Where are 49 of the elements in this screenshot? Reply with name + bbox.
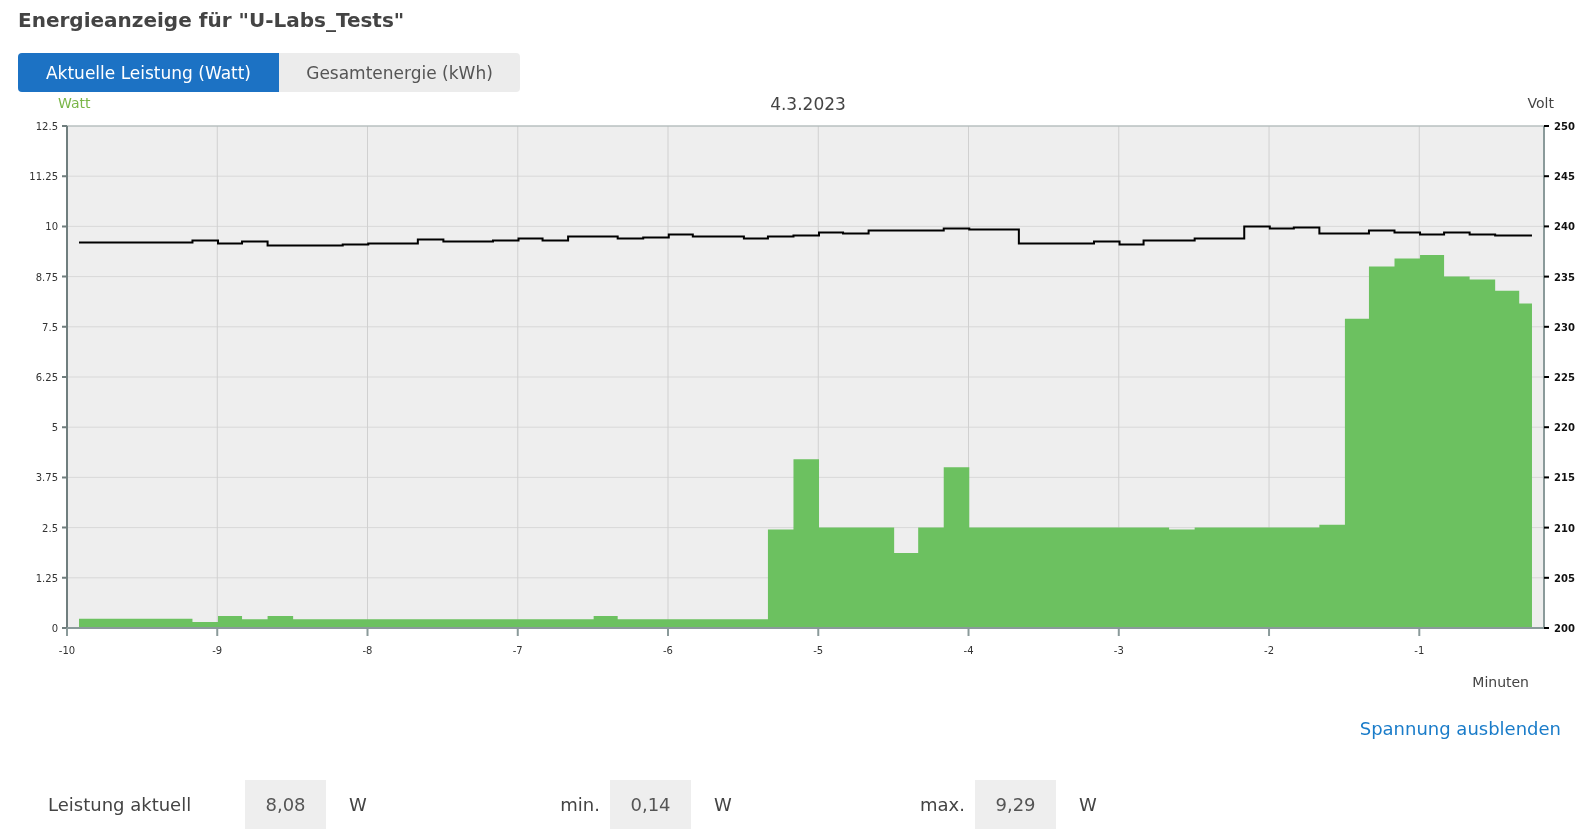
y2-tick-label: 210: [1554, 522, 1575, 534]
y2-axis-title: Volt: [1527, 95, 1554, 111]
stat-value-field: 0,14: [610, 780, 691, 829]
y-tick-label: 7.5: [42, 321, 58, 333]
y-tick-label: 5: [51, 422, 58, 434]
y2-tick-label: 230: [1554, 321, 1575, 333]
x-axis-title: Minuten: [1472, 674, 1529, 690]
y2-tick-label: 250: [1554, 121, 1575, 132]
y-tick-label: 11.25: [29, 171, 58, 183]
x-tick-label: -3: [1113, 645, 1124, 656]
y2-tick-label: 205: [1554, 572, 1575, 584]
x-tick-label: -6: [663, 645, 673, 656]
x-tick-label: -8: [362, 645, 373, 656]
y2-tick-label: 225: [1554, 372, 1575, 383]
stat-label: min.: [559, 794, 601, 815]
stat-unit: W: [348, 794, 368, 815]
stat-unit: W: [713, 794, 733, 815]
chart-title: 4.3.2023: [770, 95, 846, 114]
y-tick-label: 10: [45, 221, 58, 233]
stat-label: Leistung aktuell: [48, 794, 193, 815]
y-tick-label: 12.5: [35, 121, 58, 132]
tab[interactable]: Gesamtenergie (kWh): [279, 53, 520, 92]
x-tick-label: -4: [963, 645, 974, 656]
x-tick-label: -5: [813, 645, 824, 656]
y-tick-label: 2.5: [42, 522, 58, 534]
y2-tick-label: 200: [1554, 623, 1575, 634]
y-tick-label: 6.25: [35, 372, 58, 383]
stat-unit: W: [1078, 794, 1098, 815]
hide-voltage-link[interactable]: Spannung ausblenden: [1359, 718, 1561, 739]
y2-tick-label: 245: [1554, 171, 1575, 183]
x-tick-label: -2: [1264, 645, 1275, 656]
y2-tick-label: 215: [1554, 472, 1575, 484]
x-tick-label: -10: [58, 645, 76, 656]
x-tick-label: -1: [1414, 645, 1425, 656]
y2-tick-label: 235: [1554, 271, 1575, 283]
y2-tick-label: 220: [1554, 422, 1575, 434]
y-axis-title: Watt: [58, 95, 91, 111]
x-tick-label: -7: [512, 645, 523, 656]
page-title: Energieanzeige für "U-Labs_Tests": [17, 7, 406, 34]
y-tick-label: 1.25: [35, 572, 58, 584]
tab[interactable]: Aktuelle Leistung (Watt): [18, 53, 279, 92]
stat-value-field: 8,08: [245, 780, 326, 829]
stat-value-field: 9,29: [975, 780, 1056, 829]
y-tick-label: 8.75: [35, 271, 58, 283]
x-tick-label: -9: [212, 645, 223, 656]
y-tick-label: 0: [51, 623, 58, 634]
y2-tick-label: 240: [1554, 221, 1575, 233]
stat-label: max.: [919, 794, 966, 815]
y-tick-label: 3.75: [35, 472, 58, 484]
